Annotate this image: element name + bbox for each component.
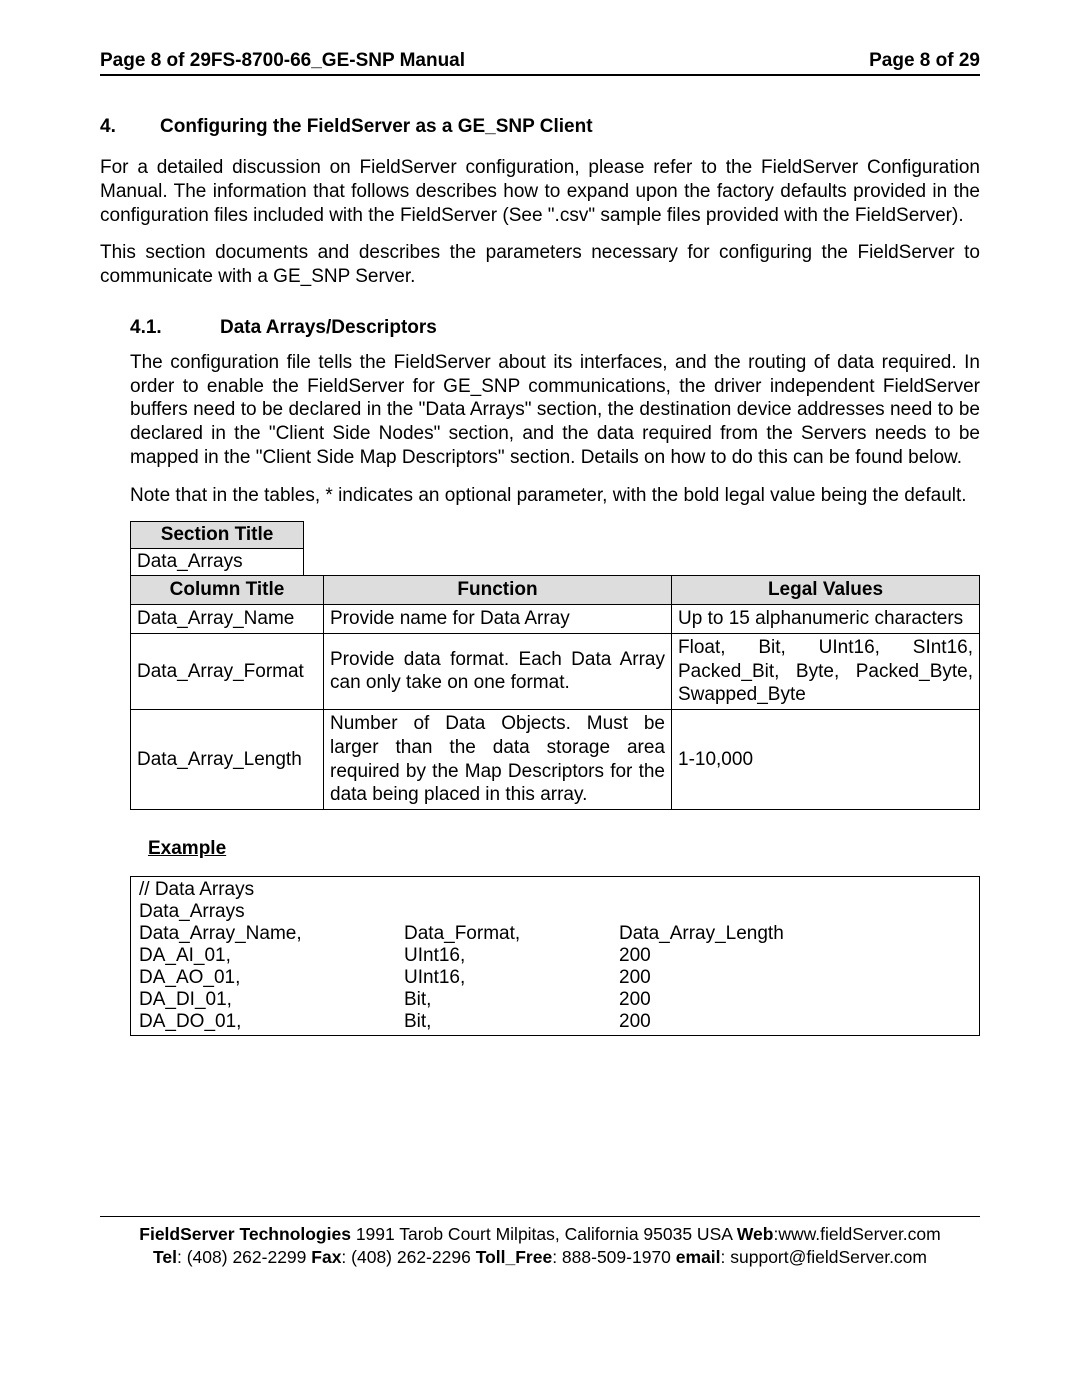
example-cell: 200 [619,1011,971,1033]
data-arrays-table: Column Title Function Legal Values Data_… [130,575,980,810]
footer-line-2: Tel: (408) 262-2299 Fax: (408) 262-2296 … [100,1246,980,1269]
table-header-row: Column Title Function Legal Values [131,576,980,605]
example-row: DA_AO_01, UInt16, 200 [139,967,971,989]
col-header-function: Function [324,576,672,605]
footer-fax-value: : (408) 262-2296 [341,1247,475,1267]
section-title-header: Section Title [131,522,304,549]
cell-legal: Up to 15 alphanumeric characters [672,605,980,634]
table-row: Data_Array_Length Number of Data Objects… [131,710,980,810]
example-row: Data_Array_Name, Data_Format, Data_Array… [139,923,971,945]
example-cell [619,901,971,923]
page-header: Page 8 of 29FS-8700-66_GE-SNP Manual Pag… [100,50,980,76]
example-cell [619,879,971,901]
footer-email-value: : support@fieldServer.com [721,1247,927,1267]
table-row: Data_Array_Name Provide name for Data Ar… [131,605,980,634]
footer-tel-value: : (408) 262-2299 [177,1247,311,1267]
example-row: // Data Arrays [139,879,971,901]
cell-legal: Float, Bit, UInt16, SInt16, Packed_Bit, … [672,633,980,709]
section-title-table: Section Title Data_Arrays [130,521,304,576]
footer-tel-label: Tel [153,1247,177,1267]
footer-web-value: :www.fieldServer.com [773,1224,940,1244]
subsection-para-1: The configuration file tells the FieldSe… [130,351,980,470]
example-cell [404,901,619,923]
subsection-4-1: 4.1. Data Arrays/Descriptors The configu… [130,317,980,1036]
subsection-number: 4.1. [130,317,220,339]
section-4-para-1: For a detailed discussion on FieldServer… [100,156,980,227]
cell-function: Provide data format. Each Data Array can… [324,633,672,709]
example-cell: 200 [619,989,971,1011]
example-box: // Data Arrays Data_Arrays Data_Array_Na… [130,876,980,1036]
example-cell: DA_AI_01, [139,945,404,967]
example-row: Data_Arrays [139,901,971,923]
footer-email-label: email [676,1247,721,1267]
example-cell: Bit, [404,989,619,1011]
example-cell: Data_Arrays [139,901,404,923]
page: Page 8 of 29FS-8700-66_GE-SNP Manual Pag… [0,0,1080,1309]
cell-function: Number of Data Objects. Must be larger t… [324,710,672,810]
footer-line-1: FieldServer Technologies 1991 Tarob Cour… [100,1223,980,1246]
col-header-legal-values: Legal Values [672,576,980,605]
example-cell: Data_Array_Name, [139,923,404,945]
section-4-title: 4. Configuring the FieldServer as a GE_S… [100,116,980,138]
cell-column: Data_Array_Format [131,633,324,709]
table-row: Data_Array_Format Provide data format. E… [131,633,980,709]
example-cell: 200 [619,967,971,989]
header-right: Page 8 of 29 [869,50,980,72]
section-4-para-2: This section documents and describes the… [100,241,980,289]
example-row: DA_AI_01, UInt16, 200 [139,945,971,967]
header-left: Page 8 of 29FS-8700-66_GE-SNP Manual [100,50,465,72]
example-row: DA_DI_01, Bit, 200 [139,989,971,1011]
example-cell: DA_DO_01, [139,1011,404,1033]
footer-company: FieldServer Technologies [139,1224,351,1244]
example-cell: Bit, [404,1011,619,1033]
section-heading: Configuring the FieldServer as a GE_SNP … [160,116,593,138]
footer-toll-value: : 888-509-1970 [552,1247,676,1267]
example-cell: DA_AO_01, [139,967,404,989]
col-header-column-title: Column Title [131,576,324,605]
example-heading: Example [148,838,980,860]
example-cell: 200 [619,945,971,967]
example-cell [404,879,619,901]
example-cell: UInt16, [404,967,619,989]
cell-function: Provide name for Data Array [324,605,672,634]
footer-fax-label: Fax [311,1247,341,1267]
cell-legal: 1-10,000 [672,710,980,810]
section-title-value: Data_Arrays [131,549,304,576]
subsection-4-1-title: 4.1. Data Arrays/Descriptors [130,317,980,339]
footer-toll-label: Toll_Free [476,1247,553,1267]
footer-web-label: Web [737,1224,774,1244]
cell-column: Data_Array_Name [131,605,324,634]
example-row: DA_DO_01, Bit, 200 [139,1011,971,1033]
example-cell: UInt16, [404,945,619,967]
subsection-heading: Data Arrays/Descriptors [220,317,437,339]
footer-address: 1991 Tarob Court Milpitas, California 95… [351,1224,737,1244]
example-cell: Data_Array_Length [619,923,971,945]
subsection-para-2: Note that in the tables, * indicates an … [130,484,980,508]
section-number: 4. [100,116,160,138]
page-footer: FieldServer Technologies 1991 Tarob Cour… [100,1216,980,1269]
example-cell: // Data Arrays [139,879,404,901]
example-cell: DA_DI_01, [139,989,404,1011]
example-cell: Data_Format, [404,923,619,945]
cell-column: Data_Array_Length [131,710,324,810]
